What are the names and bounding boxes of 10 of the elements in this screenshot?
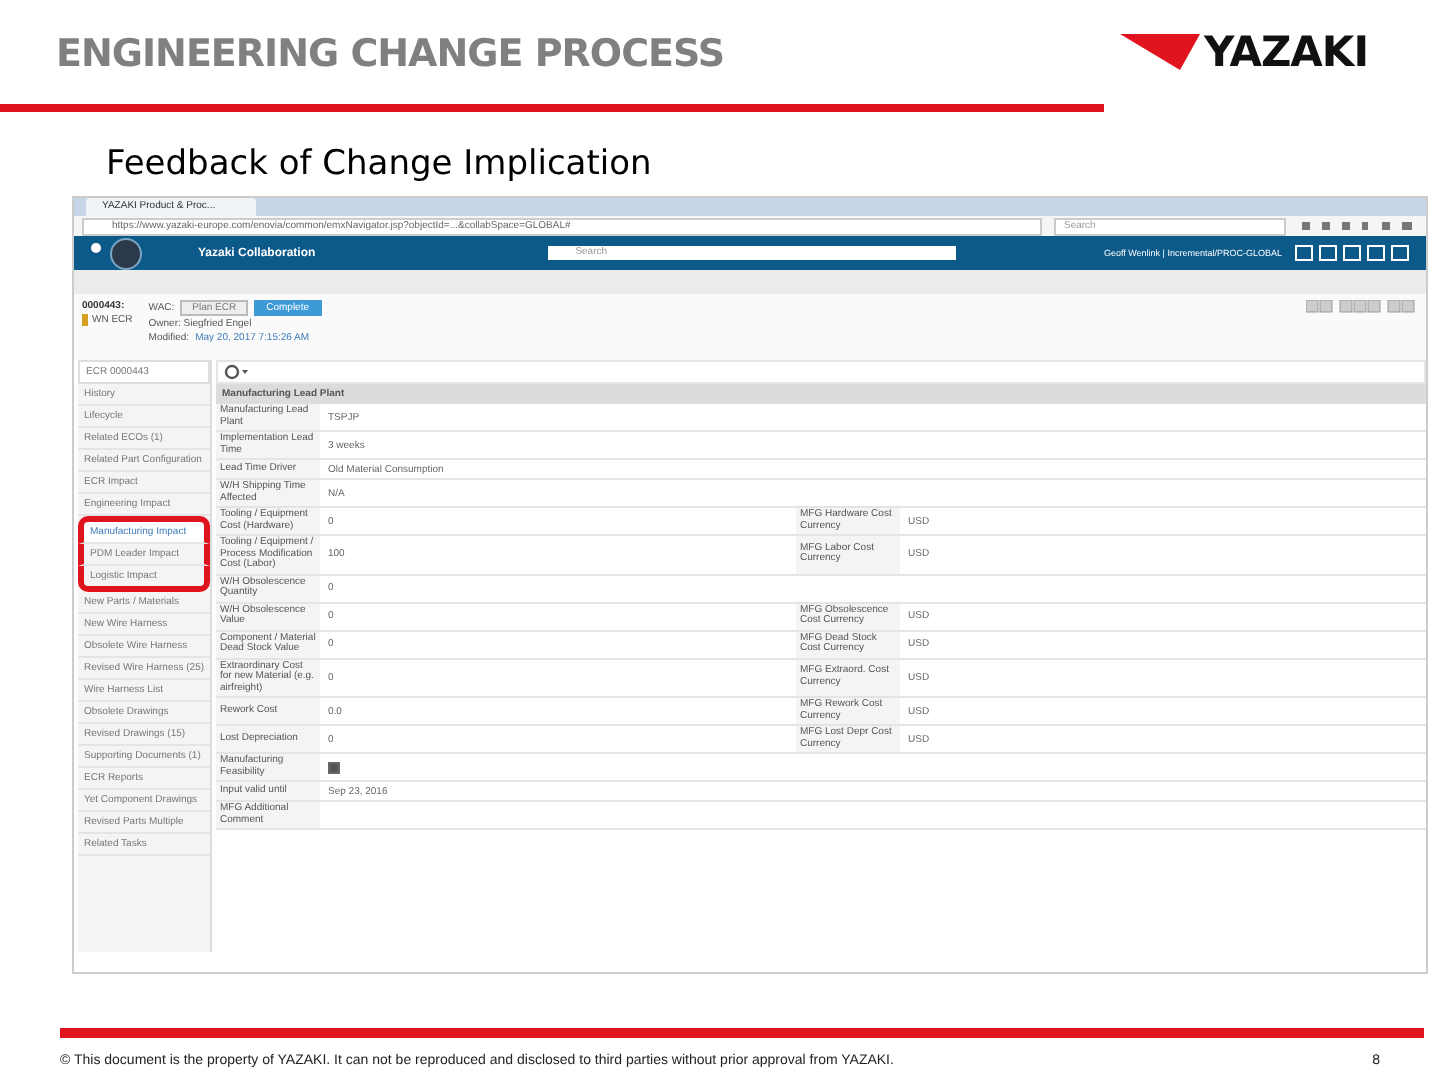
brand-name: YAZAKI <box>1204 28 1369 76</box>
action-icons-drawing <box>1306 300 1418 314</box>
checkbox[interactable] <box>328 761 340 773</box>
wedge-logo-icon <box>1120 30 1200 74</box>
slide-title: ENGINEERING CHANGE PROCESS <box>54 32 727 76</box>
toolbar-icons-drawing <box>1298 220 1418 232</box>
tools-icon[interactable] <box>224 364 248 380</box>
app-logo-icon <box>86 236 146 270</box>
header-icons-drawing <box>1294 244 1414 262</box>
slide-subtitle: Feedback of Change Implication <box>104 142 654 188</box>
